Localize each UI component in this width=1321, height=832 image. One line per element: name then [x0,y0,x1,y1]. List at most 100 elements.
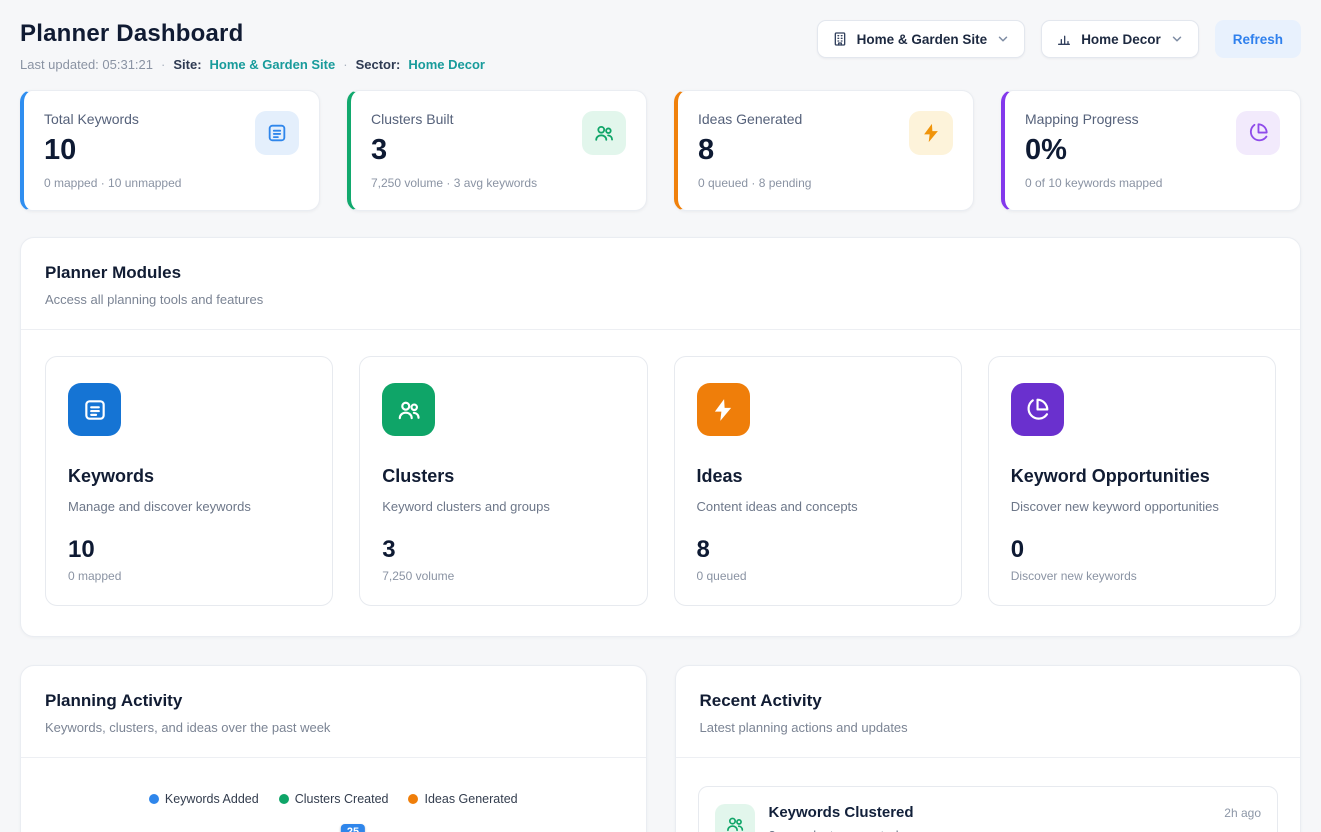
legend-item-ideas-generated: Ideas Generated [408,792,517,806]
legend-item-keywords-added: Keywords Added [149,792,259,806]
bottom-row: Planning Activity Keywords, clusters, an… [20,665,1301,832]
legend-dot-icon [149,794,159,804]
modules-grid: Keywords Manage and discover keywords 10… [21,330,1300,636]
modules-subtitle: Access all planning tools and features [45,292,1276,307]
sector-link[interactable]: Home Decor [408,57,485,72]
activity-texts: Keywords Clustered 3 new clusters create… [769,804,914,832]
module-sub: 7,250 volume [382,569,624,583]
module-card-clusters[interactable]: Clusters Keyword clusters and groups 3 7… [359,356,647,606]
planner-dashboard-page: Planner Dashboard Last updated: 05:31:21… [0,0,1321,832]
last-updated-text: Last updated: 05:31:21 [20,57,153,72]
bar-chart-icon [1056,31,1072,47]
stat-text: Mapping Progress 0% 0 of 10 keywords map… [1025,111,1162,190]
activity-description: 3 new clusters created [769,828,914,832]
site-selector-label: Home & Garden Site [857,32,988,47]
page-header: Planner Dashboard Last updated: 05:31:21… [20,20,1301,72]
stat-label: Ideas Generated [698,111,811,127]
module-value: 10 [68,536,310,564]
module-sub: Discover new keywords [1011,569,1253,583]
chevron-down-icon [1170,32,1184,46]
page-meta: Last updated: 05:31:21 · Site: Home & Ga… [20,57,485,72]
activity-title: Keywords Clustered [769,804,914,821]
sector-selector-label: Home Decor [1081,32,1161,47]
stat-sub: 0 queued · 8 pending [698,176,811,190]
legend-label: Clusters Created [295,792,389,806]
module-title: Keyword Opportunities [1011,466,1253,487]
stat-label: Clusters Built [371,111,537,127]
chart-legend: Keywords Added Clusters Created Ideas Ge… [21,758,646,806]
chevron-down-icon [996,32,1010,46]
site-selector-dropdown[interactable]: Home & Garden Site [817,20,1026,58]
stat-label: Mapping Progress [1025,111,1162,127]
module-description: Discover new keyword opportunities [1011,499,1253,514]
recent-activity-list: Keywords Clustered 3 new clusters create… [676,758,1301,832]
module-value: 3 [382,536,624,564]
stat-card-total-keywords: Total Keywords 10 0 mapped · 10 unmapped [20,90,320,211]
module-value: 0 [1011,536,1253,564]
header-controls: Home & Garden Site Home Decor Refresh [817,20,1301,58]
planning-activity-panel: Planning Activity Keywords, clusters, an… [20,665,647,832]
planner-modules-panel: Planner Modules Access all planning tool… [20,237,1301,637]
data-point-label: 25 [341,824,365,832]
activity-item-keywords-clustered[interactable]: Keywords Clustered 3 new clusters create… [698,786,1279,832]
planning-activity-title: Planning Activity [45,691,622,711]
stat-card-clusters-built: Clusters Built 3 7,250 volume · 3 avg ke… [347,90,647,211]
pie-chart-icon [1236,111,1280,155]
stat-label: Total Keywords [44,111,181,127]
page-title: Planner Dashboard [20,20,485,48]
legend-item-clusters-created: Clusters Created [279,792,389,806]
module-card-keyword-opportunities[interactable]: Keyword Opportunities Discover new keywo… [988,356,1276,606]
modules-title: Planner Modules [45,263,1276,283]
recent-activity-header: Recent Activity Latest planning actions … [676,666,1301,757]
stat-sub: 7,250 volume · 3 avg keywords [371,176,537,190]
stat-card-ideas-generated: Ideas Generated 8 0 queued · 8 pending [674,90,974,211]
stat-text: Ideas Generated 8 0 queued · 8 pending [698,111,811,190]
module-title: Ideas [697,466,939,487]
modules-header: Planner Modules Access all planning tool… [21,238,1300,329]
module-description: Content ideas and concepts [697,499,939,514]
module-title: Keywords [68,466,310,487]
users-icon [582,111,626,155]
users-icon [715,804,755,832]
stat-sub: 0 mapped · 10 unmapped [44,176,181,190]
planning-activity-header: Planning Activity Keywords, clusters, an… [21,666,646,757]
legend-label: Ideas Generated [424,792,517,806]
module-card-ideas[interactable]: Ideas Content ideas and concepts 8 0 que… [674,356,962,606]
meta-separator: · [343,57,347,72]
activity-timestamp: 2h ago [1224,804,1261,820]
sector-selector-dropdown[interactable]: Home Decor [1041,20,1199,58]
document-icon [68,383,121,436]
recent-activity-panel: Recent Activity Latest planning actions … [675,665,1302,832]
module-card-keywords[interactable]: Keywords Manage and discover keywords 10… [45,356,333,606]
sector-label: Sector: [356,57,401,72]
legend-dot-icon [408,794,418,804]
meta-separator: · [161,57,165,72]
module-sub: 0 mapped [68,569,310,583]
recent-activity-title: Recent Activity [700,691,1277,711]
module-sub: 0 queued [697,569,939,583]
recent-activity-subtitle: Latest planning actions and updates [700,720,1277,735]
refresh-button[interactable]: Refresh [1215,20,1301,58]
document-icon [255,111,299,155]
stats-row: Total Keywords 10 0 mapped · 10 unmapped… [20,90,1301,211]
legend-dot-icon [279,794,289,804]
stat-value: 10 [44,134,181,167]
stat-text: Total Keywords 10 0 mapped · 10 unmapped [44,111,181,190]
stat-value: 3 [371,134,537,167]
building-icon [832,31,848,47]
stat-value: 8 [698,134,811,167]
stat-value: 0% [1025,134,1162,167]
module-description: Keyword clusters and groups [382,499,624,514]
header-left: Planner Dashboard Last updated: 05:31:21… [20,20,485,72]
legend-label: Keywords Added [165,792,259,806]
lightning-icon [697,383,750,436]
module-title: Clusters [382,466,624,487]
stat-card-mapping-progress: Mapping Progress 0% 0 of 10 keywords map… [1001,90,1301,211]
planning-activity-subtitle: Keywords, clusters, and ideas over the p… [45,720,622,735]
area-chart: 25 25 24 [43,820,624,832]
users-icon [382,383,435,436]
site-link[interactable]: Home & Garden Site [210,57,336,72]
module-description: Manage and discover keywords [68,499,310,514]
stat-text: Clusters Built 3 7,250 volume · 3 avg ke… [371,111,537,190]
site-label: Site: [173,57,201,72]
